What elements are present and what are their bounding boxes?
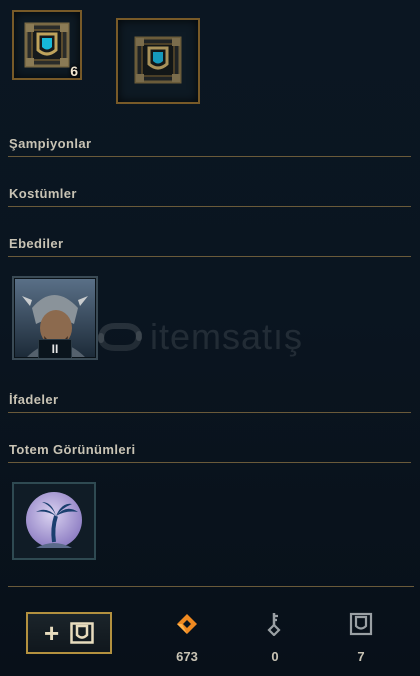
plus-icon: +	[44, 618, 60, 648]
section-emotes-label: İfadeler	[9, 392, 59, 407]
orange-essence-icon	[177, 614, 197, 634]
itemsatis-watermark-text: itemsatış	[150, 316, 304, 357]
chest-value: 7	[357, 649, 365, 664]
ward-skin-card[interactable]	[12, 482, 96, 560]
chest-count: 6	[70, 63, 78, 79]
footer-divider	[8, 586, 414, 587]
section-ward-skins[interactable]: Totem Görünümleri	[8, 438, 411, 463]
key-value: 0	[271, 649, 279, 664]
key-icon	[267, 613, 281, 637]
masterwork-chest-icon	[134, 36, 182, 84]
key-counter[interactable]: 0	[250, 612, 300, 664]
section-eternals[interactable]: Ebediler	[8, 232, 411, 257]
section-champions[interactable]: Şampiyonlar	[8, 132, 411, 157]
section-emotes[interactable]: İfadeler	[8, 388, 411, 413]
hextech-chest-slot[interactable]: 6	[12, 10, 82, 80]
palm-ward-icon	[26, 492, 82, 548]
orange-essence-counter[interactable]: 673	[162, 612, 212, 664]
eternal-rank-badge: II	[38, 339, 72, 358]
section-champions-label: Şampiyonlar	[9, 136, 92, 151]
add-to-inventory-button[interactable]: +	[26, 612, 112, 654]
section-skins[interactable]: Kostümler	[8, 182, 411, 207]
orange-essence-value: 673	[176, 649, 198, 664]
chest-icon	[70, 622, 94, 644]
itemsatis-logo-icon	[98, 323, 142, 351]
eternal-card[interactable]: II	[12, 276, 98, 360]
section-eternals-label: Ebediler	[9, 236, 64, 251]
section-skins-label: Kostümler	[9, 186, 77, 201]
masterwork-chest-tile[interactable]	[116, 18, 200, 104]
itemsatis-watermark: itemsatış	[95, 316, 302, 361]
chest-counter-icon	[349, 612, 373, 636]
chest-counter[interactable]: 7	[336, 612, 386, 664]
section-ward-skins-label: Totem Görünümleri	[9, 442, 136, 457]
